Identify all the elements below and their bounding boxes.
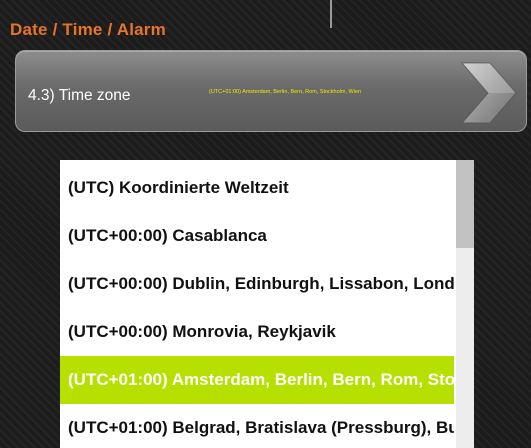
list-item-selected[interactable]: (UTC+01:00) Amsterdam, Berlin, Bern, Rom…: [60, 356, 454, 404]
chevron-right-icon[interactable]: [458, 59, 520, 127]
list-item[interactable]: (UTC+00:00) Casablanca: [60, 212, 454, 260]
time-zone-list: (UTC) Koordinierte Weltzeit (UTC+00:00) …: [60, 160, 474, 448]
list-item[interactable]: (UTC+01:00) Belgrad, Bratislava (Pressbu…: [60, 404, 454, 448]
list-scrollbar[interactable]: [456, 160, 474, 448]
list-item[interactable]: (UTC+00:00) Dublin, Edinburgh, Lissabon,…: [60, 260, 454, 308]
section-title: Date / Time / Alarm: [10, 20, 166, 39]
list-item[interactable]: (UTC) Koordinierte Weltzeit: [60, 164, 454, 212]
top-divider: [330, 0, 332, 28]
setting-current-value: (UTC+01:00) Amsterdam, Berlin, Bern, Rom…: [209, 89, 362, 95]
scrollbar-thumb[interactable]: [456, 160, 474, 248]
list-item[interactable]: (UTC+00:00) Monrovia, Reykjavik: [60, 308, 454, 356]
time-zone-setting-row[interactable]: 4.3) Time zone (UTC+01:00) Amsterdam, Be…: [15, 50, 527, 132]
setting-label: 4.3) Time zone: [28, 87, 131, 104]
